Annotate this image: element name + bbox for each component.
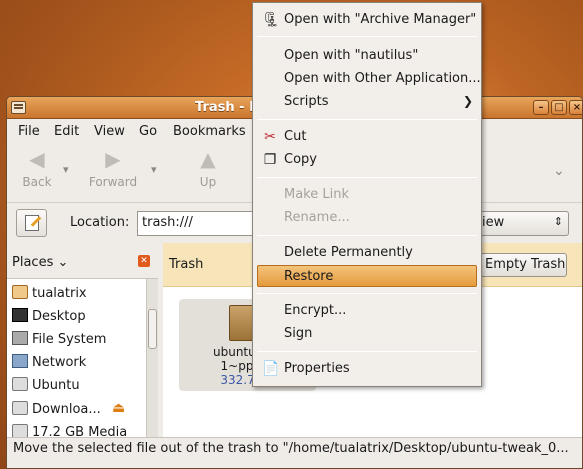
copy-icon: ❐ xyxy=(263,152,277,168)
menu-file[interactable]: File xyxy=(18,124,40,139)
window-menu-icon[interactable] xyxy=(11,101,26,114)
menu-item-rename: Rename... xyxy=(253,207,481,229)
menu-item-label: Rename... xyxy=(284,210,350,225)
menu-separator xyxy=(257,177,477,178)
menu-item-scripts[interactable]: Scripts ❯ xyxy=(253,91,481,113)
menu-item-label: Scripts xyxy=(284,94,329,109)
maximize-button[interactable]: □ xyxy=(551,100,567,115)
desktop-icon xyxy=(12,308,28,322)
sidebar-item-downloads[interactable]: Downloa... ⏏ xyxy=(12,400,125,417)
location-label: Location: xyxy=(70,215,130,230)
sidebar-item-filesystem[interactable]: File System xyxy=(12,331,106,347)
archive-icon: 🗜 xyxy=(262,12,280,28)
back-history-icon[interactable]: ▾ xyxy=(63,163,69,176)
menu-item-restore[interactable]: Restore xyxy=(257,265,477,287)
status-bar: Move the selected file out of the trash … xyxy=(7,437,582,468)
status-text: Move the selected file out of the trash … xyxy=(13,441,569,456)
sidebar-item-label: tualatrix xyxy=(32,286,87,301)
forward-history-icon[interactable]: ▾ xyxy=(151,163,157,176)
eject-icon[interactable]: ⏏ xyxy=(112,400,125,416)
properties-icon: 📄 xyxy=(262,361,280,377)
trash-label: Trash xyxy=(169,257,204,272)
up-label: Up xyxy=(199,175,217,189)
select-arrows-icon: ⇕ xyxy=(553,215,563,228)
forward-button[interactable]: ▶ Forward xyxy=(85,149,141,189)
sidebar: Places ⌄ ✕ tualatrix Desktop File System… xyxy=(7,243,158,440)
menu-item-label: Make Link xyxy=(284,187,349,202)
drive-icon xyxy=(12,424,28,438)
scrollbar-thumb[interactable] xyxy=(148,309,157,349)
sidebar-item-home[interactable]: tualatrix xyxy=(12,285,87,301)
menu-item-label: Open with "nautilus" xyxy=(284,48,419,63)
submenu-arrow-icon: ❯ xyxy=(462,94,473,108)
menu-item-label: Cut xyxy=(284,129,307,144)
close-sidebar-icon[interactable]: ✕ xyxy=(138,255,150,267)
menu-item-label: Open with Other Application... xyxy=(284,71,481,86)
menu-item-properties[interactable]: 📄 Properties xyxy=(253,358,481,380)
menu-separator xyxy=(257,119,477,120)
menu-item-cut[interactable]: ✂ Cut xyxy=(253,126,481,148)
sidebar-item-network[interactable]: Network xyxy=(12,354,86,370)
drive-icon xyxy=(12,401,28,415)
menu-item-delete-permanently[interactable]: Delete Permanently xyxy=(253,242,481,264)
menu-separator xyxy=(257,235,477,236)
chevron-down-icon: ⌄ xyxy=(57,255,69,270)
menu-item-label: Encrypt... xyxy=(284,303,347,318)
forward-arrow-icon: ▶ xyxy=(105,147,121,171)
forward-label: Forward xyxy=(88,175,138,189)
scissors-icon: ✂ xyxy=(264,129,276,145)
sidebar-scrollbar[interactable] xyxy=(146,279,158,437)
menu-item-label: Copy xyxy=(284,152,317,167)
close-button[interactable]: × xyxy=(569,100,582,115)
menu-item-label: Delete Permanently xyxy=(284,245,413,260)
menu-item-encrypt[interactable]: Encrypt... xyxy=(253,300,481,322)
menu-item-open-other-application[interactable]: Open with Other Application... xyxy=(253,68,481,90)
context-menu: 🗜 Open with "Archive Manager" Open with … xyxy=(252,2,482,387)
network-icon xyxy=(12,354,28,368)
menu-item-sign[interactable]: Sign xyxy=(253,323,481,345)
menu-item-make-link: Make Link xyxy=(253,184,481,206)
home-folder-icon xyxy=(12,285,28,299)
view-as-select[interactable]: iew ⇕ xyxy=(477,211,569,236)
sidebar-item-label: Ubuntu xyxy=(32,378,80,393)
empty-trash-button[interactable]: Empty Trash xyxy=(479,253,567,277)
sidebar-item-label: Downloa... xyxy=(32,402,101,417)
menu-go[interactable]: Go xyxy=(139,124,157,139)
menu-view[interactable]: View xyxy=(94,124,125,139)
view-as-value: iew xyxy=(482,215,505,230)
drive-icon xyxy=(12,377,28,391)
sidebar-item-label: Desktop xyxy=(32,309,86,324)
back-arrow-icon: ◀ xyxy=(29,147,45,171)
sidebar-item-label: Network xyxy=(32,355,87,370)
places-label: Places xyxy=(12,255,54,270)
menu-item-label: Open with "Archive Manager" xyxy=(284,12,477,27)
sidebar-header: Places ⌄ ✕ xyxy=(7,243,158,279)
sidebar-item-label: File System xyxy=(32,332,107,347)
toggle-location-entry-button[interactable] xyxy=(16,209,47,237)
menu-item-label: Properties xyxy=(284,361,350,376)
menu-item-copy[interactable]: ❐ Copy xyxy=(253,149,481,171)
menu-edit[interactable]: Edit xyxy=(54,124,79,139)
toolbar-overflow-icon[interactable]: ⌄ xyxy=(553,163,565,179)
menu-item-open-nautilus[interactable]: Open with "nautilus" xyxy=(253,45,481,67)
minimize-button[interactable]: – xyxy=(533,100,549,115)
menu-separator xyxy=(257,293,477,294)
up-button[interactable]: ▲ Up xyxy=(193,149,223,189)
menu-bookmarks[interactable]: Bookmarks xyxy=(173,124,246,139)
menu-item-label: Restore xyxy=(284,269,334,284)
sidebar-item-desktop[interactable]: Desktop xyxy=(12,308,86,324)
harddisk-icon xyxy=(12,331,28,345)
sidebar-item-ubuntu[interactable]: Ubuntu xyxy=(12,377,80,393)
window-title: Trash - F xyxy=(195,100,258,115)
menu-separator xyxy=(257,36,477,37)
back-button[interactable]: ◀ Back xyxy=(17,149,57,189)
menu-separator xyxy=(257,351,477,352)
menu-item-open-archive-manager[interactable]: 🗜 Open with "Archive Manager" xyxy=(253,9,481,31)
places-dropdown[interactable]: Places ⌄ xyxy=(12,255,68,270)
location-input[interactable]: trash:/// xyxy=(137,211,257,236)
up-arrow-icon: ▲ xyxy=(200,147,216,171)
back-label: Back xyxy=(22,175,52,189)
menu-item-label: Sign xyxy=(284,326,313,341)
